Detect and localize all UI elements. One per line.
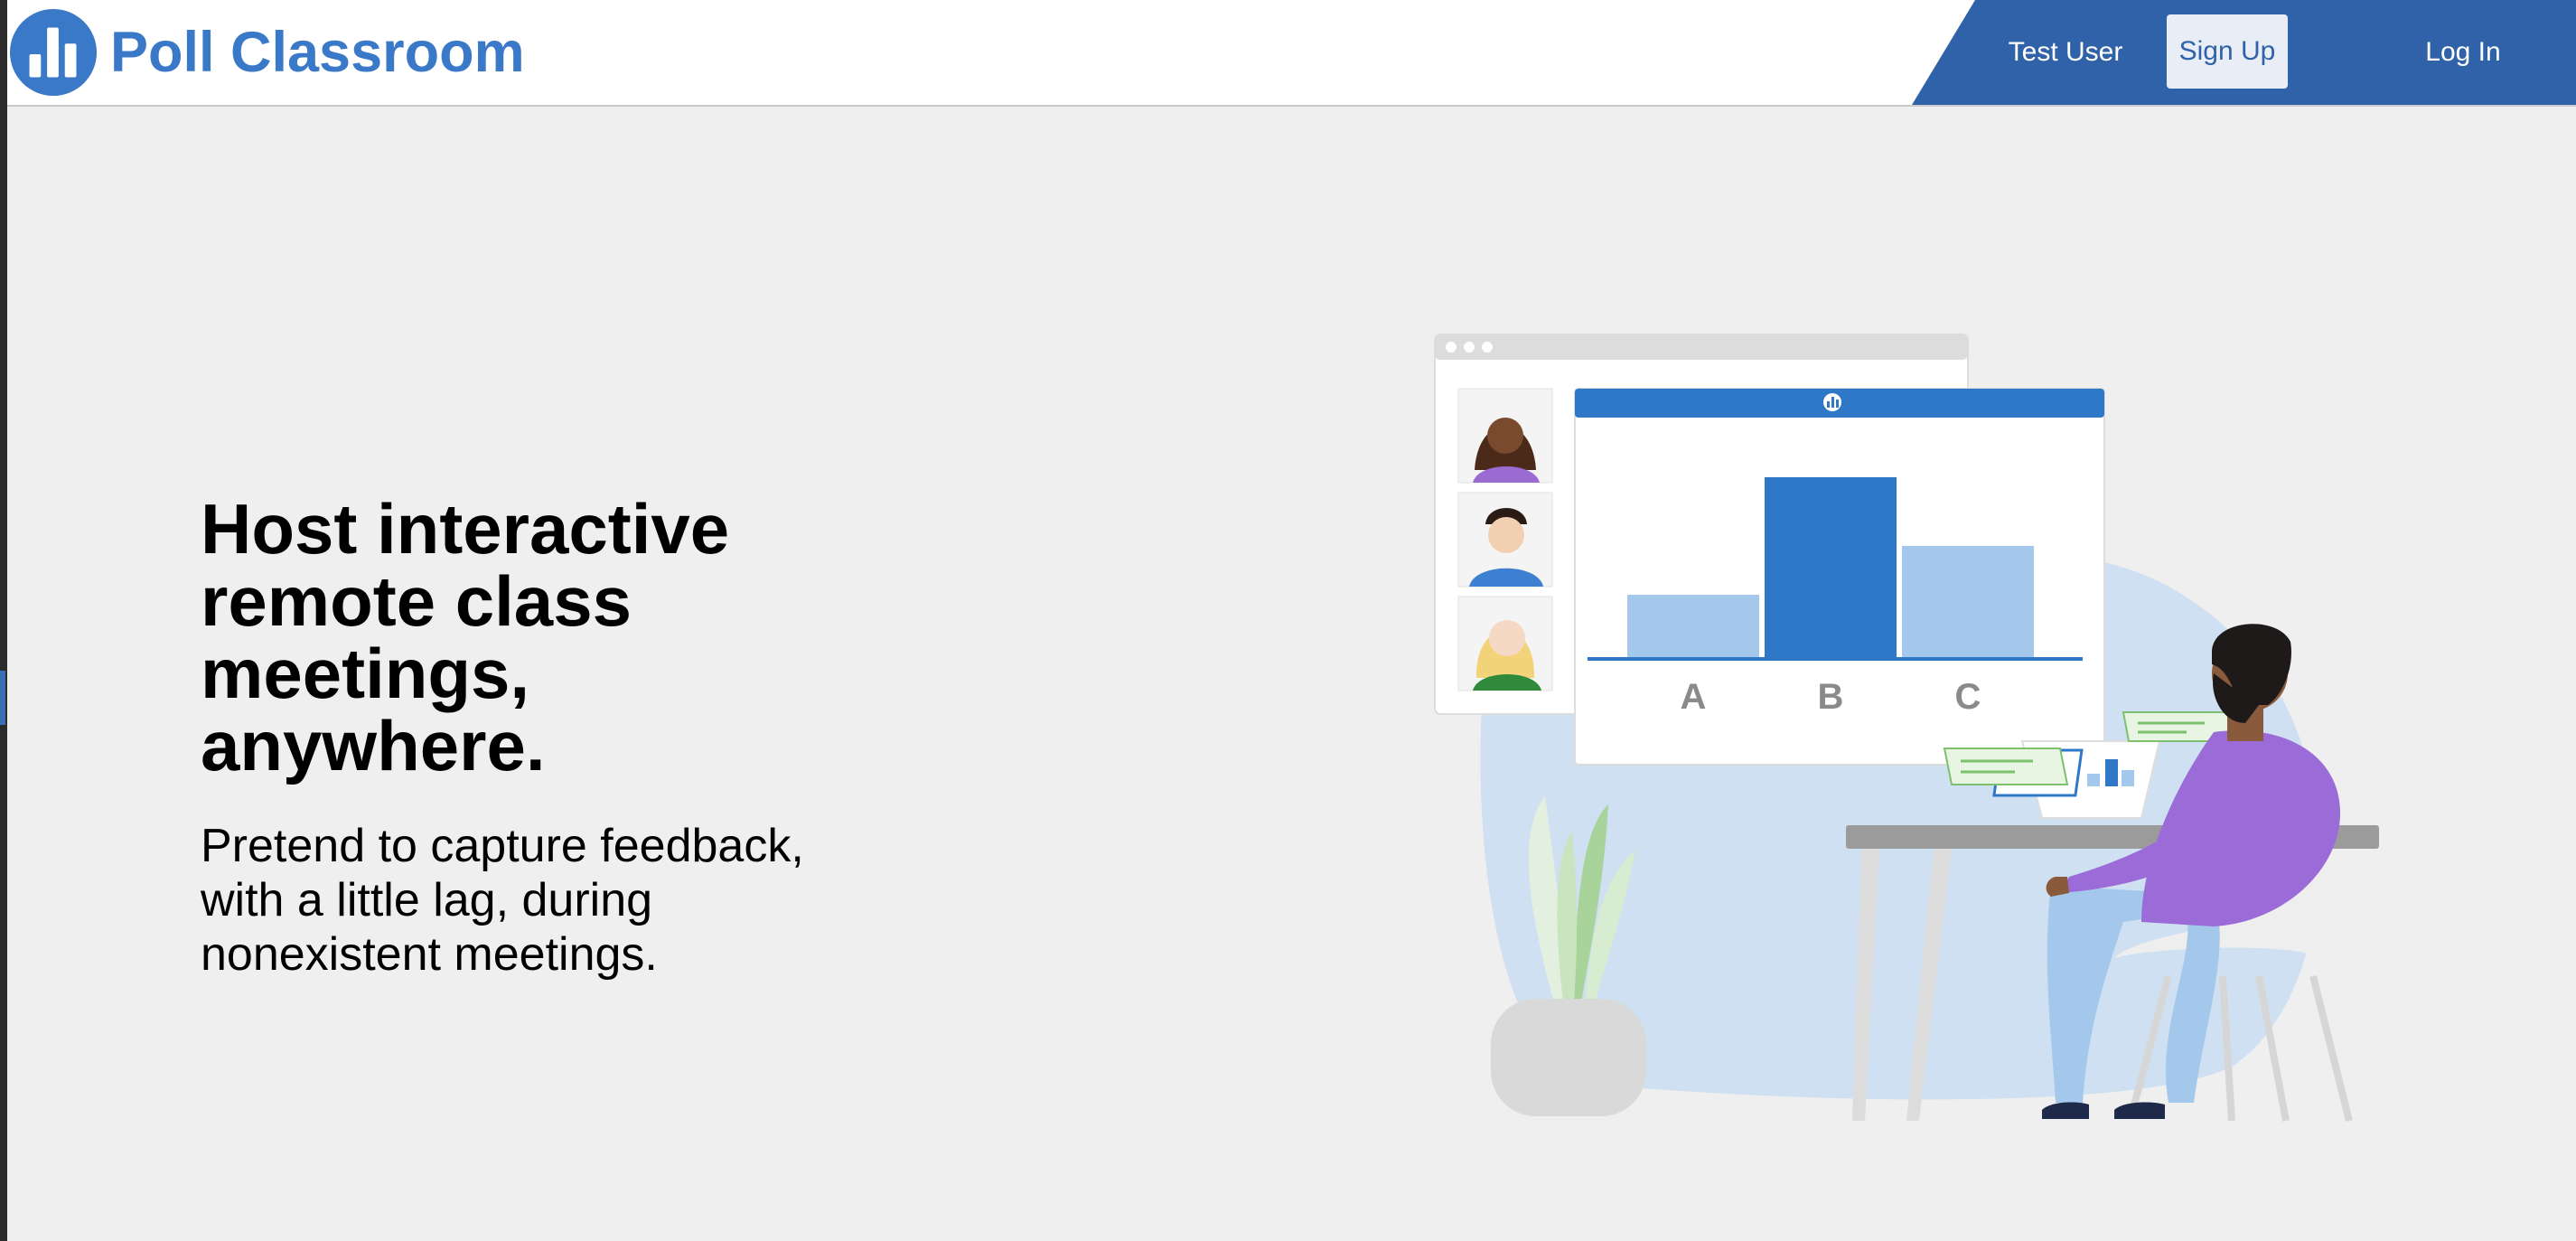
hero-subtitle-line: Pretend to capture feedback, xyxy=(201,820,804,872)
test-user-link[interactable]: Test User xyxy=(2002,0,2129,105)
hero-subtitle-line: with a little lag, during xyxy=(201,874,653,926)
log-in-link[interactable]: Log In xyxy=(2400,0,2526,105)
sign-up-button[interactable]: Sign Up xyxy=(2167,14,2288,89)
poll-bar-label-a: A xyxy=(1681,677,1707,717)
hero-title-line: remote class xyxy=(201,561,632,641)
participant-woman-dark-hair-icon xyxy=(1457,388,1553,484)
plant-pot xyxy=(1491,999,1646,1116)
participant-man-blue-shirt-icon xyxy=(1457,492,1553,588)
hero-illustration: A B C xyxy=(1419,325,2412,1139)
bar-chart-logo-icon xyxy=(9,8,98,97)
poll-bar-c xyxy=(1902,546,2034,658)
top-navbar: Poll Classroom Test User Sign Up Log In xyxy=(7,0,2576,107)
hero-title-line: Host interactive xyxy=(201,489,730,569)
edge-tab xyxy=(0,671,5,725)
poll-bar-a xyxy=(1627,595,1759,658)
bar-chart-logo-icon xyxy=(1823,393,1841,411)
window-edge xyxy=(0,0,7,1241)
hero-title-line: meetings, xyxy=(201,634,530,713)
hero-subtitle-line: nonexistent meetings. xyxy=(201,928,658,981)
hero-subtitle: Pretend to capture feedback, with a litt… xyxy=(201,819,905,982)
participant-woman-blonde-icon xyxy=(1457,596,1553,691)
poll-bar-chart: A B C xyxy=(1588,393,2083,717)
nav-actions: Test User Sign Up Log In xyxy=(1912,0,2576,105)
poll-bar-label-c: C xyxy=(1955,677,1981,717)
poll-bar-b xyxy=(1765,477,1897,658)
poll-bar-label-b: B xyxy=(1818,677,1844,717)
brand[interactable]: Poll Classroom xyxy=(9,7,525,98)
hero-title: Host interactive remote class meetings, … xyxy=(201,493,923,782)
hero-title-line: anywhere. xyxy=(201,706,546,785)
brand-name: Poll Classroom xyxy=(110,20,525,84)
browser-titlebar xyxy=(1435,334,1968,360)
